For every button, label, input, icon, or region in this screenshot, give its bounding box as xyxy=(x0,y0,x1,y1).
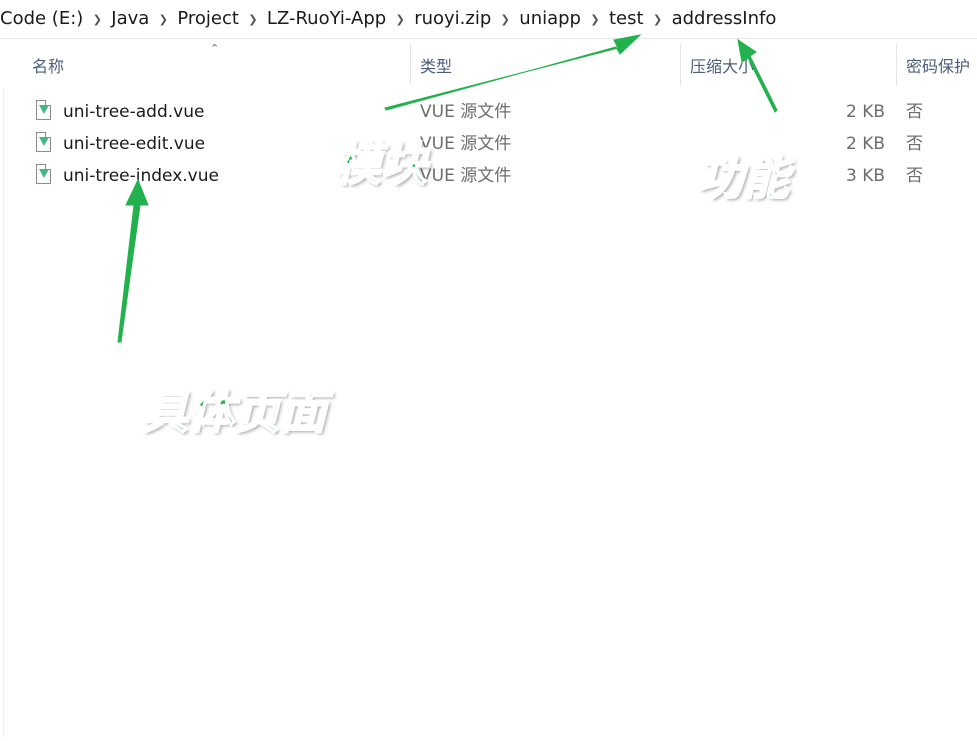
breadcrumb-item-addressinfo[interactable]: addressInfo xyxy=(668,0,781,38)
breadcrumb-item-drive[interactable]: Code (E:) xyxy=(0,0,87,38)
chevron-right-icon[interactable]: ❯ xyxy=(495,13,515,26)
sort-ascending-icon: ⌃ xyxy=(210,42,220,55)
vue-file-icon xyxy=(36,164,51,184)
file-row[interactable]: uni-tree-index.vue VUE 源文件 3 KB 否 xyxy=(0,160,977,192)
annotation-page-label: 具体页面 xyxy=(141,384,327,440)
file-size: 2 KB xyxy=(845,134,885,154)
chevron-right-icon[interactable]: ❯ xyxy=(648,13,668,26)
file-type: VUE 源文件 xyxy=(420,102,512,122)
file-name[interactable]: uni-tree-edit.vue xyxy=(63,128,205,160)
chevron-right-icon[interactable]: ❯ xyxy=(585,13,605,26)
chevron-right-icon[interactable]: ❯ xyxy=(390,13,410,26)
breadcrumb-item-test[interactable]: test xyxy=(605,0,648,38)
file-explorer-window: Code (E:) ❯ Java ❯ Project ❯ LZ-RuoYi-Ap… xyxy=(0,0,977,741)
breadcrumb-item-ruoyi-zip[interactable]: ruoyi.zip xyxy=(410,0,495,38)
chevron-right-icon[interactable]: ❯ xyxy=(243,13,263,26)
file-password: 否 xyxy=(906,102,923,122)
vue-file-icon xyxy=(36,100,51,120)
file-name[interactable]: uni-tree-add.vue xyxy=(63,96,204,128)
file-row[interactable]: uni-tree-add.vue VUE 源文件 2 KB 否 xyxy=(0,96,977,128)
column-header-type[interactable]: 类型 xyxy=(420,38,452,88)
file-size: 2 KB xyxy=(845,102,885,122)
file-password: 否 xyxy=(906,166,923,186)
chevron-right-icon[interactable]: ❯ xyxy=(153,13,173,26)
chevron-right-icon[interactable]: ❯ xyxy=(87,13,107,26)
arrow-to-page xyxy=(117,178,149,343)
file-row[interactable]: uni-tree-edit.vue VUE 源文件 2 KB 否 xyxy=(0,128,977,160)
breadcrumb-item-java[interactable]: Java xyxy=(107,0,153,38)
column-header-password[interactable]: 密码保护 xyxy=(906,38,970,88)
column-header-compressed-size[interactable]: 压缩大小 xyxy=(690,38,754,88)
breadcrumb-item-uniapp[interactable]: uniapp xyxy=(515,0,585,38)
file-type: VUE 源文件 xyxy=(420,134,512,154)
breadcrumb-item-lz-ruoyi-app[interactable]: LZ-RuoYi-App xyxy=(263,0,390,38)
column-divider[interactable] xyxy=(896,44,897,86)
column-divider[interactable] xyxy=(680,44,681,86)
column-headers: ⌃ 名称 类型 压缩大小 密码保护 xyxy=(0,38,977,88)
breadcrumb[interactable]: Code (E:) ❯ Java ❯ Project ❯ LZ-RuoYi-Ap… xyxy=(0,0,977,39)
file-name[interactable]: uni-tree-index.vue xyxy=(63,160,219,192)
breadcrumb-item-project[interactable]: Project xyxy=(173,0,243,38)
column-header-name[interactable]: 名称 xyxy=(32,38,64,88)
file-type: VUE 源文件 xyxy=(420,166,512,186)
column-divider[interactable] xyxy=(410,44,411,86)
file-password: 否 xyxy=(906,134,923,154)
file-list: uni-tree-add.vue VUE 源文件 2 KB 否 uni-tree… xyxy=(0,96,977,192)
file-size: 3 KB xyxy=(845,166,885,186)
vue-file-icon xyxy=(36,132,51,152)
